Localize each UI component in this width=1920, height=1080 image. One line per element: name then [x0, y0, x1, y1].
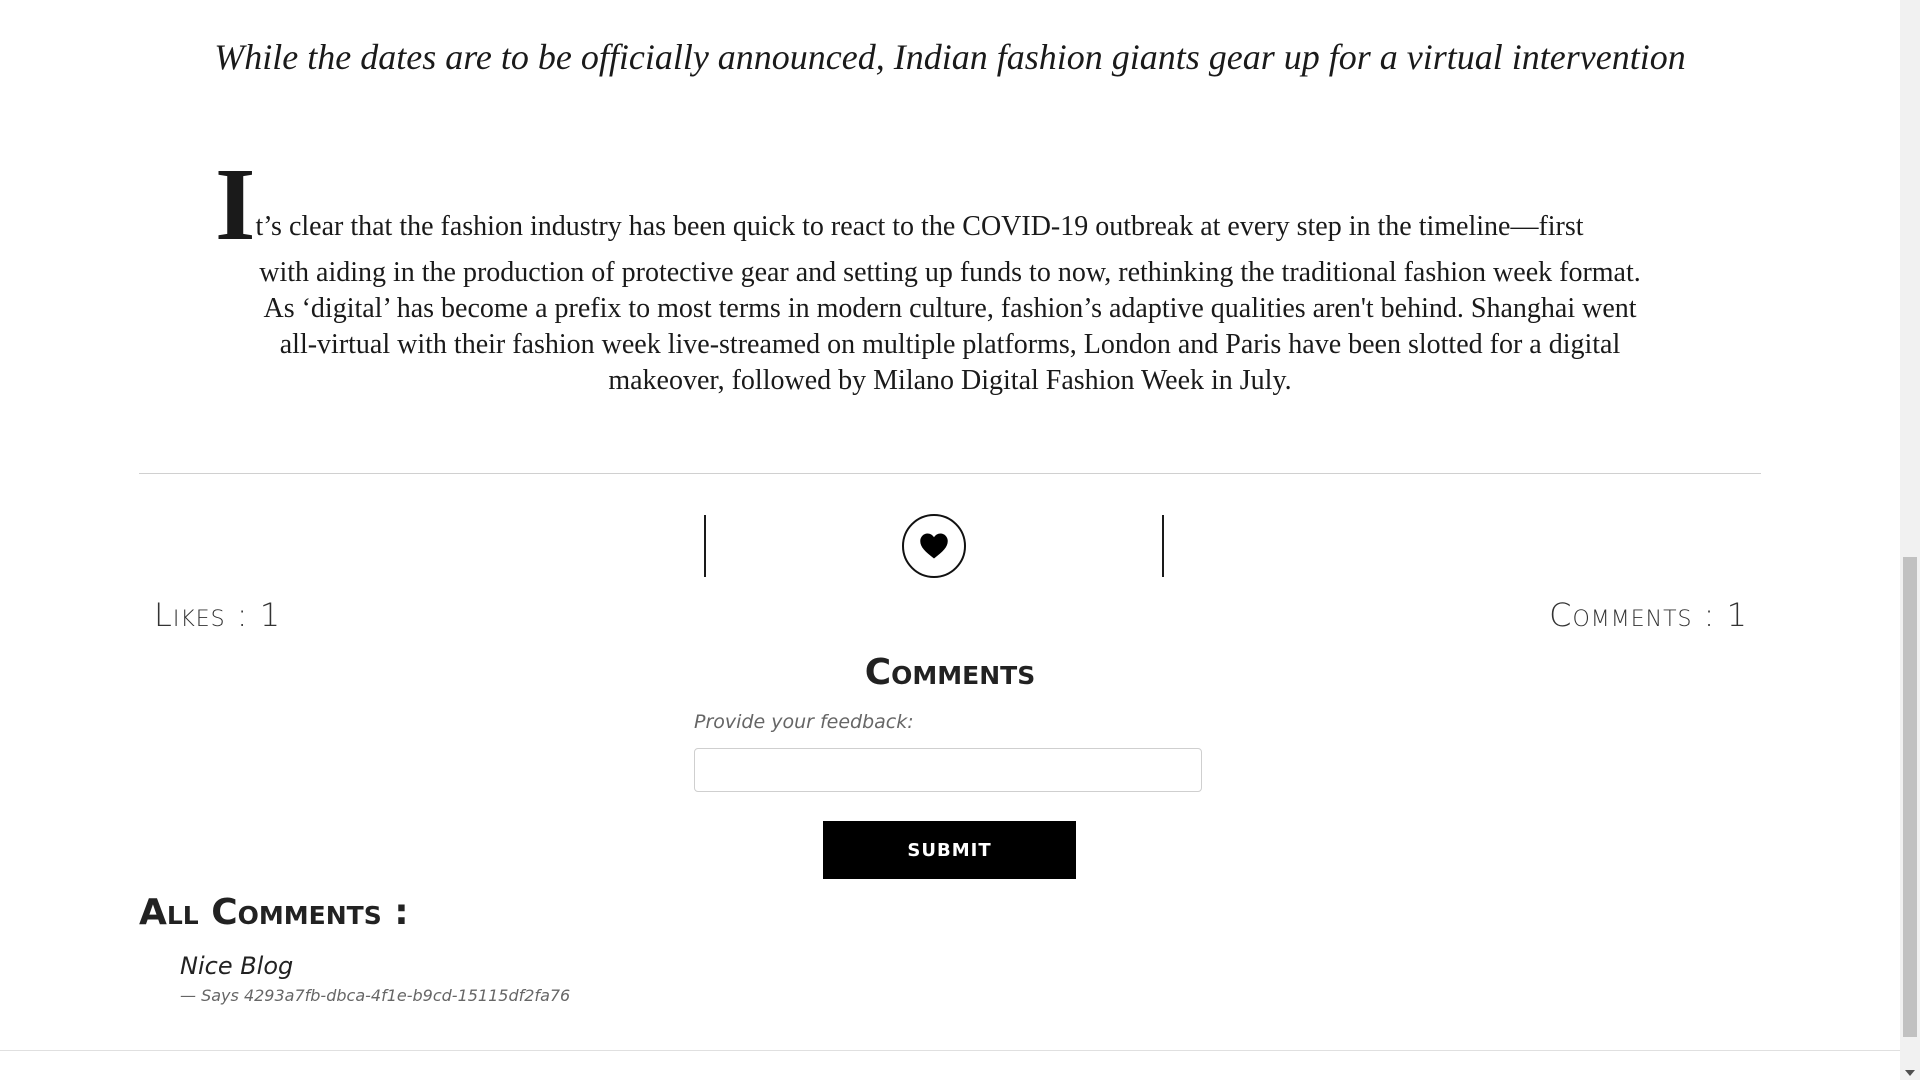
comments-heading: Comments	[864, 652, 1036, 693]
article-body: It’s clear that the fashion industry has…	[215, 147, 1685, 399]
like-button[interactable]	[902, 514, 966, 578]
feedback-input[interactable]	[694, 748, 1202, 792]
article-paragraph: with aiding in the production of protect…	[259, 257, 1641, 396]
footer-divider	[0, 1050, 1900, 1051]
blog-page: While the dates are to be officially ann…	[0, 0, 1900, 1080]
comment-item: Nice Blog — Says 4293a7fb-dbca-4f1e-b9cd…	[180, 952, 570, 1005]
section-divider	[139, 473, 1761, 474]
vertical-divider-right	[1162, 515, 1164, 577]
scrollbar-thumb[interactable]	[1903, 557, 1917, 1037]
heart-icon	[920, 533, 948, 559]
article-first-line: It’s clear that the fashion industry has…	[215, 147, 1685, 262]
likes-count: Likes : 1	[154, 596, 282, 634]
submit-button[interactable]: SUBMIT	[823, 821, 1076, 879]
all-comments-heading: All Comments :	[139, 892, 409, 933]
feedback-label: Provide your feedback:	[694, 711, 914, 733]
comment-author: — Says 4293a7fb-dbca-4f1e-b9cd-15115df2f…	[180, 986, 571, 1005]
comments-count: Comments : 1	[1549, 596, 1748, 634]
article-first-line-text: t’s clear that the fashion industry has …	[255, 211, 1584, 242]
vertical-divider-left	[704, 515, 706, 577]
drop-cap: I	[215, 147, 256, 262]
scroll-down-arrow-icon[interactable]	[1905, 1070, 1915, 1076]
vertical-scrollbar[interactable]	[1900, 0, 1920, 1080]
comment-text: Nice Blog	[180, 952, 294, 980]
article-subtitle: While the dates are to be officially ann…	[214, 37, 1686, 77]
